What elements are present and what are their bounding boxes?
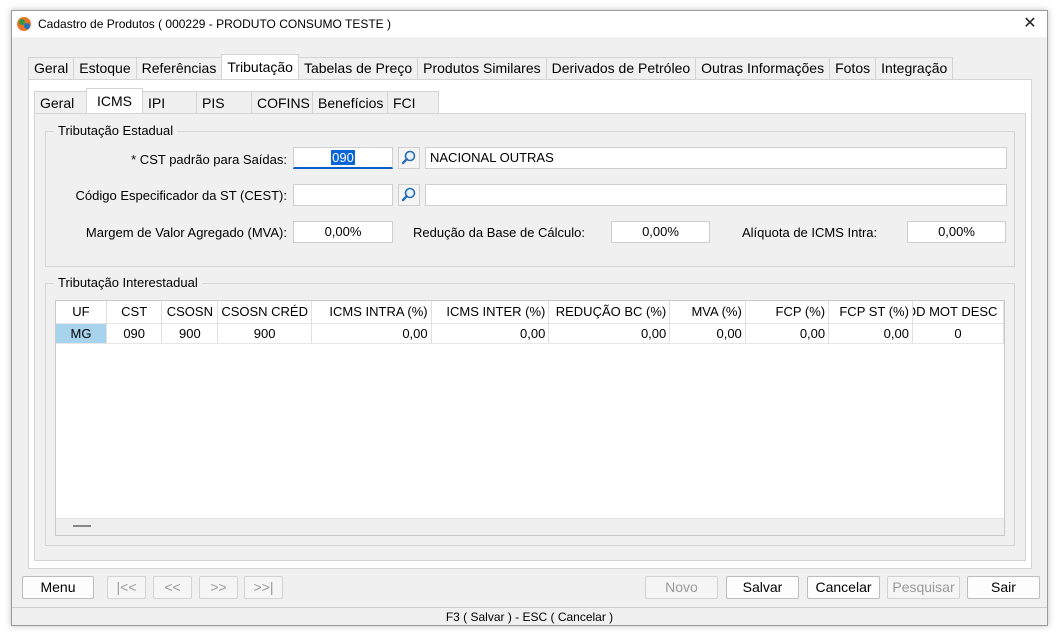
cell-icms-inter[interactable]: 0,00 <box>431 322 550 344</box>
tab-integracao[interactable]: Integração <box>875 57 954 79</box>
interestadual-group: Tributação Interestadual UF CST CSOSN CS… <box>45 275 1015 546</box>
app-logo-icon <box>17 17 31 31</box>
tab-derivados-de-petroleo[interactable]: Derivados de Petróleo <box>545 57 697 79</box>
subtab-icms[interactable]: ICMS <box>86 88 143 113</box>
grid-scrollbar[interactable] <box>56 518 1004 535</box>
menu-button[interactable]: Menu <box>22 576 94 599</box>
magnifier-icon <box>401 150 416 165</box>
reducao-input[interactable]: 0,00% <box>611 221 710 243</box>
sair-button[interactable]: Sair <box>967 576 1040 599</box>
scroll-grip-icon <box>73 525 91 527</box>
tributacao-page: Geral ICMS IPI PIS COFINS Benefícios FCI… <box>28 79 1032 569</box>
main-window: Cadastro de Produtos ( 000229 - PRODUTO … <box>11 10 1048 626</box>
tab-produtos-similares[interactable]: Produtos Similares <box>417 57 547 79</box>
tab-tabelas-de-preco[interactable]: Tabelas de Preço <box>297 57 419 79</box>
col-header-csosn[interactable]: CSOSN <box>161 301 219 323</box>
inner-tab-bar: Geral ICMS IPI PIS COFINS Benefícios FCI <box>34 88 439 113</box>
cest-label: Código Especificador da ST (CEST): <box>75 188 287 203</box>
cst-label: * CST padrão para Saídas: <box>131 152 287 167</box>
tab-outras-informacoes[interactable]: Outras Informações <box>695 57 831 79</box>
next-record-button[interactable]: >> <box>199 576 238 599</box>
subtab-geral[interactable]: Geral <box>34 91 87 113</box>
outer-tab-bar: Geral Estoque Referências Tributação Tab… <box>28 54 954 79</box>
col-header-cod-mot-desc[interactable]: OD MOT DESC <box>912 301 1005 323</box>
mva-input[interactable]: 0,00% <box>293 221 393 243</box>
cell-icms-intra[interactable]: 0,00 <box>311 322 432 344</box>
cest-description-field <box>425 184 1007 206</box>
tab-estoque[interactable]: Estoque <box>73 57 137 79</box>
first-record-button[interactable]: |<< <box>107 576 146 599</box>
reducao-label: Redução da Base de Cálculo: <box>413 225 586 240</box>
icms-page: Tributação Estadual * CST padrão para Sa… <box>34 113 1026 561</box>
col-header-reducao-bc[interactable]: REDUÇÃO BC (%) <box>548 301 671 323</box>
col-header-csosn-cred[interactable]: CSOSN CRÉD <box>217 301 312 323</box>
grid-header-row: UF CST CSOSN CSOSN CRÉD ICMS INTRA (%) I… <box>56 301 1005 323</box>
status-bar: F3 ( Salvar ) - ESC ( Cancelar ) <box>12 607 1047 625</box>
col-header-fcp-st[interactable]: FCP ST (%) <box>828 301 913 323</box>
estadual-group: Tributação Estadual * CST padrão para Sa… <box>45 123 1015 267</box>
interestadual-table: UF CST CSOSN CSOSN CRÉD ICMS INTRA (%) I… <box>56 301 1005 344</box>
col-header-fcp[interactable]: FCP (%) <box>745 301 830 323</box>
cell-csosn-cred[interactable]: 900 <box>217 322 312 344</box>
tab-referencias[interactable]: Referências <box>135 57 223 79</box>
cest-search-button[interactable] <box>398 184 420 206</box>
subtab-pis[interactable]: PIS <box>196 91 252 113</box>
previous-record-button[interactable]: << <box>153 576 192 599</box>
novo-button[interactable]: Novo <box>645 576 718 599</box>
cst-search-button[interactable] <box>398 147 420 169</box>
cell-fcp-st[interactable]: 0,00 <box>828 322 913 344</box>
col-header-icms-inter[interactable]: ICMS INTER (%) <box>431 301 550 323</box>
cell-uf[interactable]: MG <box>56 322 107 344</box>
subtab-fci[interactable]: FCI <box>387 91 439 113</box>
title-bar: Cadastro de Produtos ( 000229 - PRODUTO … <box>12 11 1047 37</box>
col-header-cst[interactable]: CST <box>106 301 163 323</box>
window-title: Cadastro de Produtos ( 000229 - PRODUTO … <box>38 17 392 31</box>
tab-fotos[interactable]: Fotos <box>829 57 877 79</box>
table-row[interactable]: MG 090 900 900 0,00 0,00 0,00 0,00 0,00 <box>56 322 1005 344</box>
cell-cst[interactable]: 090 <box>106 322 163 344</box>
cell-cod-mot-desc[interactable]: 0 <box>912 322 1005 344</box>
cell-mva[interactable]: 0,00 <box>669 322 746 344</box>
interestadual-title: Tributação Interestadual <box>54 275 202 290</box>
cst-description-field: NACIONAL OUTRAS <box>425 147 1007 169</box>
interestadual-grid[interactable]: UF CST CSOSN CSOSN CRÉD ICMS INTRA (%) I… <box>55 300 1005 536</box>
tab-geral[interactable]: Geral <box>28 57 75 79</box>
cancelar-button[interactable]: Cancelar <box>807 576 880 599</box>
cell-fcp[interactable]: 0,00 <box>745 322 830 344</box>
cell-reducao-bc[interactable]: 0,00 <box>548 322 671 344</box>
salvar-button[interactable]: Salvar <box>726 576 799 599</box>
col-header-mva[interactable]: MVA (%) <box>669 301 746 323</box>
col-header-icms-intra[interactable]: ICMS INTRA (%) <box>311 301 432 323</box>
tab-tributacion[interactable]: Tributação <box>221 54 299 79</box>
subtab-ipi[interactable]: IPI <box>142 91 197 113</box>
pesquisar-button[interactable]: Pesquisar <box>887 576 960 599</box>
close-button[interactable]: ✕ <box>1019 13 1041 35</box>
content-panel: Geral Estoque Referências Tributação Tab… <box>18 41 1041 573</box>
cell-csosn[interactable]: 900 <box>161 322 219 344</box>
estadual-title: Tributação Estadual <box>54 123 178 138</box>
cst-input[interactable]: 090 <box>293 147 393 169</box>
col-header-uf[interactable]: UF <box>56 301 107 323</box>
subtab-cofins[interactable]: COFINS <box>251 91 313 113</box>
aliquota-label: Alíquota de ICMS Intra: <box>742 225 878 240</box>
last-record-button[interactable]: >>| <box>244 576 283 599</box>
close-icon: ✕ <box>1023 15 1037 32</box>
magnifier-icon <box>401 187 416 202</box>
cest-input[interactable] <box>293 184 393 206</box>
aliquota-input[interactable]: 0,00% <box>907 221 1006 243</box>
mva-label: Margem de Valor Agregado (MVA): <box>85 225 287 240</box>
subtab-beneficios[interactable]: Benefícios <box>312 91 388 113</box>
